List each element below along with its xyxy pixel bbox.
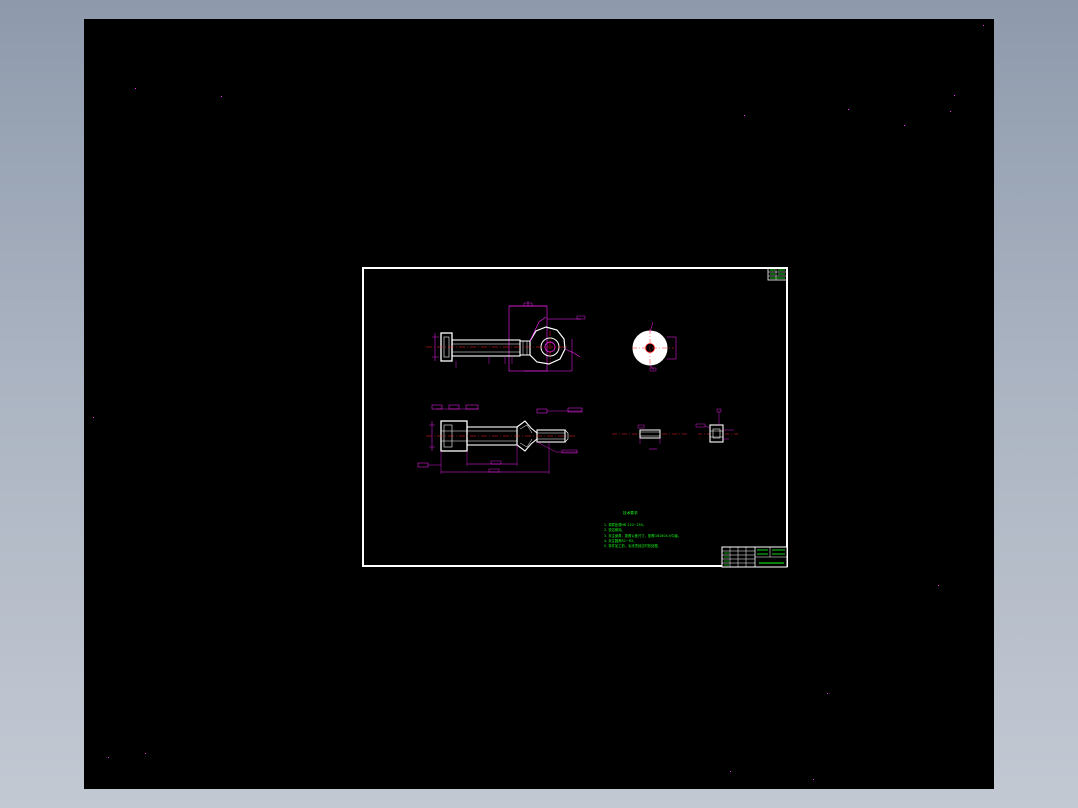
front-view-rod [426,301,586,372]
detail-view-bushing [695,408,739,443]
technical-requirements-notes: 技术要求 1. 调质处理HB 220~250。 2. 锐边倒钝。 3. 未注倒角… [604,511,764,549]
detail-view-small-pin [612,424,688,450]
title-block [721,546,788,568]
side-view-disc [632,321,677,372]
section-view-rod [417,404,583,474]
technical-requirements-title: 技术要求 [623,511,638,515]
cad-model-viewport[interactable]: 技术要求 1. 调质处理HB 220~250。 2. 锐边倒钝。 3. 未注倒角… [84,19,994,789]
drawing-linework [417,267,788,568]
drawing-number-box [767,267,788,281]
requirement-item: 5. 零件加工前，毛坯须经过时效处理。 [604,544,661,549]
